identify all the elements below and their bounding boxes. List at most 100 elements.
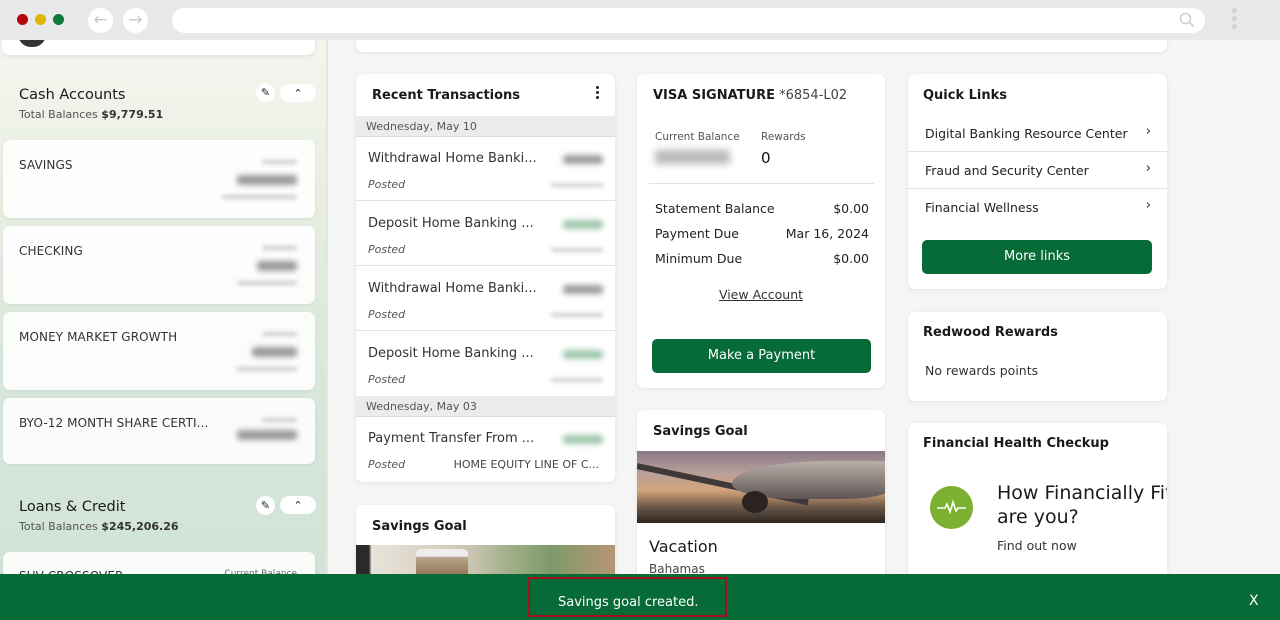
date-group-header: Wednesday, May 03 xyxy=(356,396,615,417)
rewards-text: No rewards points xyxy=(925,363,1039,378)
link-label: Digital Banking Resource Center xyxy=(925,126,1128,141)
card-title: Financial Health Checkup xyxy=(923,436,1109,451)
window-maximize-dot[interactable] xyxy=(53,14,64,25)
row-value: Mar 16, 2024 xyxy=(785,226,869,241)
card-title: VISA SIGNATURE *6854-L02 xyxy=(653,88,847,103)
airplane-image xyxy=(637,451,885,523)
window-minimize-dot[interactable] xyxy=(35,14,46,25)
transaction-row[interactable]: Payment Transfer From ... Posted HOME EQ… xyxy=(356,417,615,481)
edit-cash-accounts-button[interactable]: ✎ xyxy=(256,83,275,102)
blurred-amount xyxy=(563,220,603,229)
blurred-label xyxy=(262,246,297,250)
blurred-sublabel xyxy=(222,195,297,199)
chevron-right-icon: › xyxy=(1145,124,1151,139)
heartbeat-icon xyxy=(930,486,973,529)
transaction-status: Posted xyxy=(368,178,406,191)
blurred-label xyxy=(262,160,297,164)
chevron-right-icon: › xyxy=(1145,198,1151,213)
account-card[interactable]: BYO-12 MONTH SHARE CERTI... xyxy=(3,398,315,464)
minimum-due-row: Minimum Due $0.00 xyxy=(655,251,869,266)
close-icon[interactable]: X xyxy=(1249,593,1259,609)
transaction-row[interactable]: Withdrawal Home Banki... Posted xyxy=(356,267,615,331)
forward-button[interactable]: → xyxy=(123,8,148,33)
link-label: Fraud and Security Center xyxy=(925,163,1089,178)
account-name: BYO-12 MONTH SHARE CERTI... xyxy=(19,416,209,430)
account-card[interactable]: CHECKING xyxy=(3,226,315,304)
statement-balance-row: Statement Balance $0.00 xyxy=(655,201,869,216)
section-total: Total Balances $245,206.26 xyxy=(19,520,179,533)
current-balance-label: Current Balance xyxy=(655,131,740,143)
back-button[interactable]: ← xyxy=(88,8,113,33)
blurred-amount xyxy=(563,350,603,359)
blurred-label xyxy=(262,418,297,422)
toast-message: Savings goal created. xyxy=(558,595,699,610)
transaction-row[interactable]: Deposit Home Banking ... Posted xyxy=(356,202,615,266)
chevron-up-icon: ⌃ xyxy=(293,87,303,100)
quick-link-item[interactable]: Digital Banking Resource Center › xyxy=(908,115,1167,152)
kebab-menu-icon[interactable] xyxy=(1229,8,1239,34)
blurred-sublabel xyxy=(237,367,297,371)
financial-health-card[interactable]: Financial Health Checkup How Financially… xyxy=(908,423,1167,593)
browser-chrome: ← → xyxy=(0,0,1280,40)
blurred-amount xyxy=(563,285,603,294)
transaction-row[interactable]: Deposit Home Banking ... Posted xyxy=(356,332,615,396)
row-value: $0.00 xyxy=(833,251,869,266)
row-label: Statement Balance xyxy=(655,201,775,216)
blurred-amount xyxy=(563,435,603,444)
address-bar[interactable] xyxy=(172,8,1205,33)
collapse-loans-credit-button[interactable]: ⌃ xyxy=(280,496,316,514)
card-number: *6854-L02 xyxy=(779,88,848,103)
card-title: Redwood Rewards xyxy=(923,325,1058,340)
rewards-label: Rewards xyxy=(761,131,806,143)
savings-goal-card[interactable]: Savings Goal Vacation Bahamas xyxy=(637,410,885,585)
blurred-label xyxy=(262,332,297,336)
chevron-up-icon: ⌃ xyxy=(293,499,303,512)
collapse-cash-accounts-button[interactable]: ⌃ xyxy=(280,84,316,102)
goal-name: Vacation xyxy=(649,537,718,556)
more-options-icon[interactable] xyxy=(593,86,601,102)
rewards-value: 0 xyxy=(761,149,771,167)
transaction-status: Posted xyxy=(368,373,406,386)
quick-link-item[interactable]: Fraud and Security Center › xyxy=(908,152,1167,189)
date-group-header: Wednesday, May 10 xyxy=(356,116,615,137)
edit-loans-credit-button[interactable]: ✎ xyxy=(256,496,275,515)
loans-credit-header: Loans & Credit Total Balances $245,206.2… xyxy=(19,499,179,533)
make-payment-button[interactable]: Make a Payment xyxy=(652,339,871,373)
arrow-right-icon: → xyxy=(128,10,143,30)
blurred-balance xyxy=(237,175,297,185)
transaction-description: Deposit Home Banking ... xyxy=(368,216,534,231)
more-links-button[interactable]: More links xyxy=(922,240,1152,274)
divider xyxy=(649,183,874,184)
link-label: Financial Wellness xyxy=(925,200,1039,215)
quick-link-item[interactable]: Financial Wellness › xyxy=(908,189,1167,226)
view-account-link[interactable]: View Account xyxy=(637,287,885,302)
blurred-balance xyxy=(252,347,297,357)
recent-transactions-card: Recent Transactions Wednesday, May 10 Wi… xyxy=(356,74,615,482)
pencil-icon: ✎ xyxy=(260,499,271,512)
account-card[interactable]: SAVINGS xyxy=(3,140,315,218)
transaction-row[interactable]: Withdrawal Home Banki... Posted xyxy=(356,137,615,201)
transaction-description: Withdrawal Home Banki... xyxy=(368,151,537,166)
headline-line: are you? xyxy=(997,506,1079,528)
rewards-card: Redwood Rewards No rewards points xyxy=(908,312,1167,401)
transaction-description: Withdrawal Home Banki... xyxy=(368,281,537,296)
section-title: Loans & Credit xyxy=(19,499,126,515)
transaction-status: Posted xyxy=(368,308,406,321)
window-close-dot[interactable] xyxy=(17,14,28,25)
transaction-description: Deposit Home Banking ... xyxy=(368,346,534,361)
search-icon[interactable] xyxy=(1179,12,1195,28)
row-value: $0.00 xyxy=(833,201,869,216)
blurred-amount xyxy=(563,155,603,164)
row-label: Payment Due xyxy=(655,226,739,241)
blurred-balance xyxy=(551,183,603,187)
arrow-left-icon: ← xyxy=(93,10,108,30)
account-card[interactable]: MONEY MARKET GROWTH xyxy=(3,312,315,390)
blurred-current-balance xyxy=(655,150,730,164)
toast-notification: Savings goal created. X xyxy=(0,574,1280,620)
card-name: VISA SIGNATURE xyxy=(653,88,775,103)
account-name: CHECKING xyxy=(19,244,83,258)
blurred-balance xyxy=(551,378,603,382)
blurred-balance xyxy=(237,430,297,440)
transaction-status: Posted xyxy=(368,458,406,471)
find-out-now-link[interactable]: Find out now xyxy=(997,538,1077,553)
